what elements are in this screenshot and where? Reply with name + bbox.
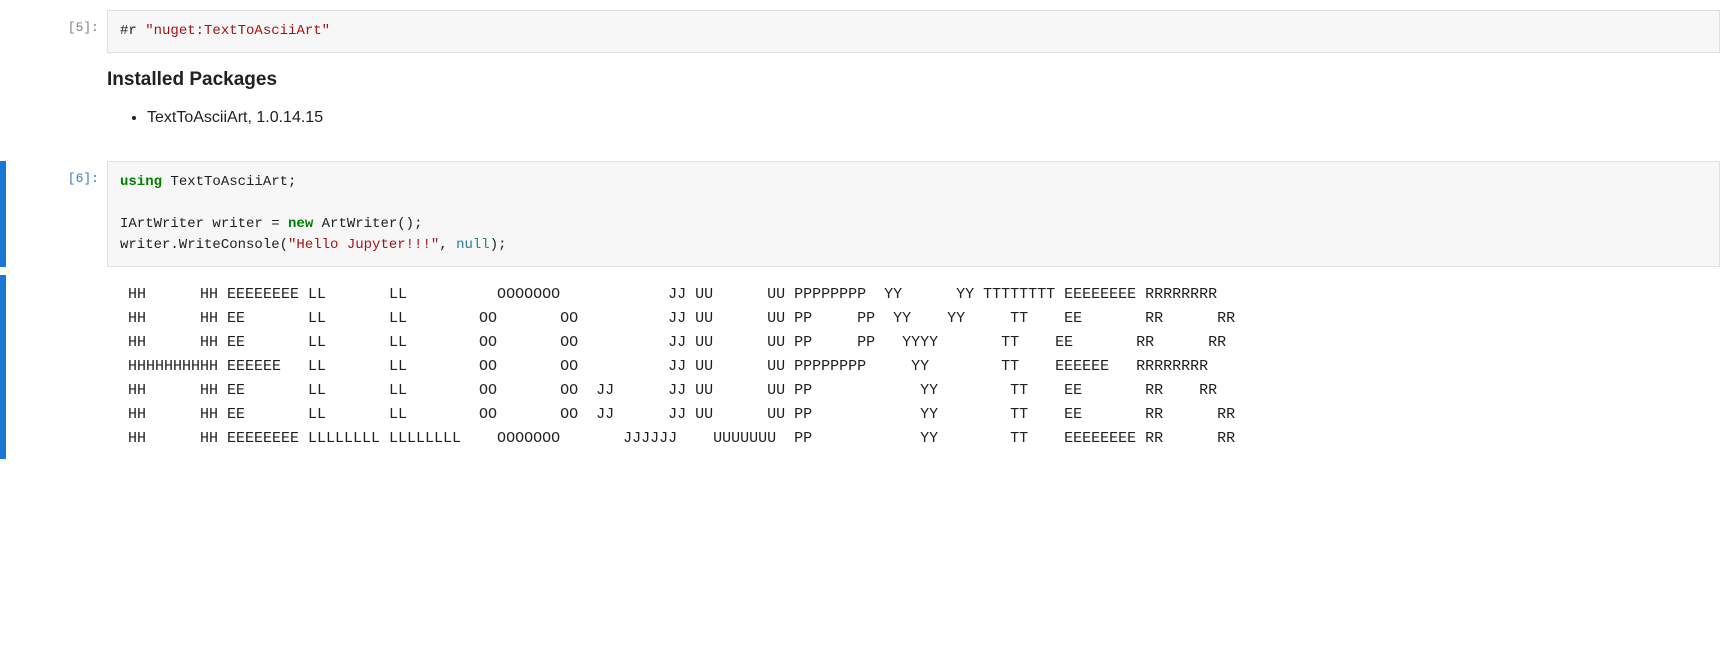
cell-left-bar-active	[0, 275, 6, 459]
code-cell: [5]: #r "nuget:TextToAsciiArt" Installed…	[0, 10, 1732, 153]
ascii-art-output: HH HH EEEEEEEE LL LL OOOOOOO JJ UU UU PP…	[107, 275, 1732, 459]
installed-packages-heading: Installed Packages	[107, 69, 1732, 91]
output-cell: HH HH EEEEEEEE LL LL OOOOOOO JJ UU UU PP…	[0, 275, 1732, 459]
package-item: TextToAsciiArt, 1.0.14.15	[147, 105, 1732, 131]
code-cell: [6]: using TextToAsciiArt; IArtWriter wr…	[0, 161, 1732, 267]
cell-left-bar	[0, 10, 6, 153]
cell-output: Installed Packages TextToAsciiArt, 1.0.1…	[107, 53, 1732, 153]
code-input-area[interactable]: using TextToAsciiArt; IArtWriter writer …	[107, 161, 1720, 267]
input-prompt: [5]:	[14, 10, 107, 35]
package-list: TextToAsciiArt, 1.0.14.15	[107, 105, 1732, 131]
code-input-area[interactable]: #r "nuget:TextToAsciiArt"	[107, 10, 1720, 53]
output-prompt	[14, 275, 107, 285]
cell-left-bar-active	[0, 161, 6, 267]
input-prompt: [6]:	[14, 161, 107, 186]
